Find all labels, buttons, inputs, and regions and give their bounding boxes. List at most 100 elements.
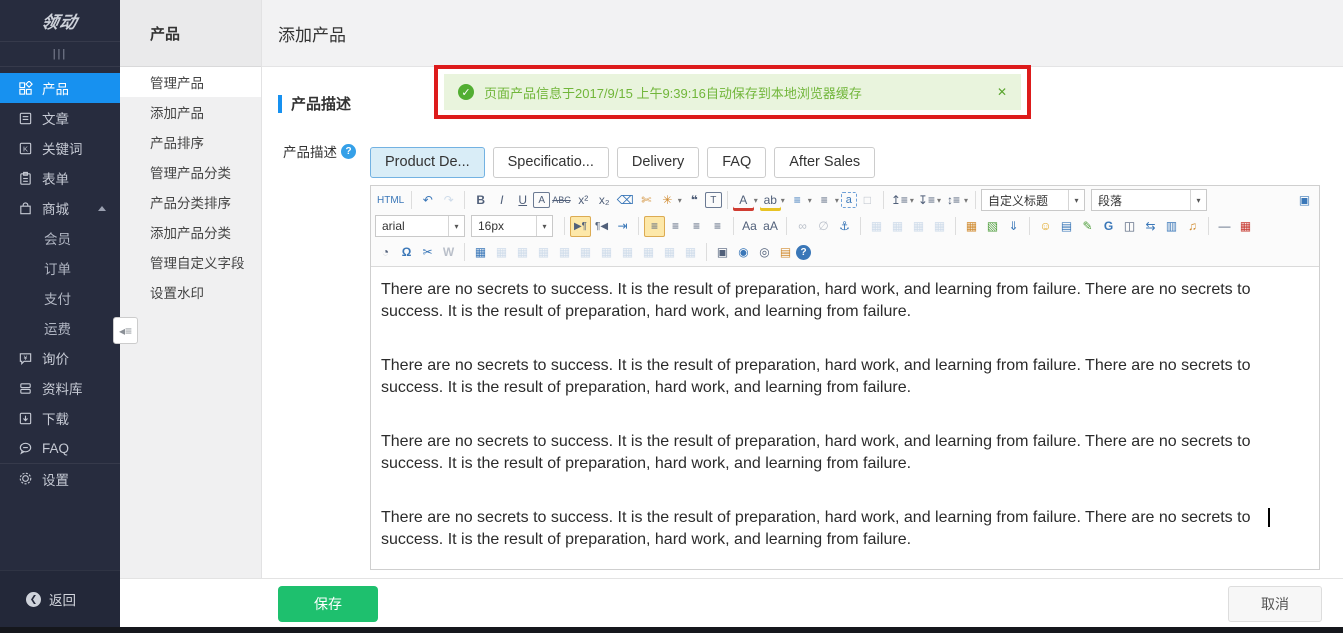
paste-icon[interactable]: ▤ [775, 242, 796, 263]
help-icon[interactable]: ? [341, 144, 356, 159]
select-all-icon[interactable]: a [841, 192, 857, 208]
menu-item-manage-categories[interactable]: 管理产品分类 [120, 157, 261, 187]
menu-item-product-sort[interactable]: 产品排序 [120, 127, 261, 157]
align-right-icon[interactable]: ≡ [686, 216, 707, 237]
cancel-button[interactable]: 取消 [1228, 586, 1322, 622]
bold-icon[interactable]: B [470, 190, 491, 211]
tab-after-sales[interactable]: After Sales [774, 147, 875, 178]
dropdown-caret-icon[interactable]: ▾ [808, 196, 812, 205]
menu-item-add-category[interactable]: 添加产品分类 [120, 217, 261, 247]
sidebar-item-downloads[interactable]: 下载 [0, 403, 120, 433]
time-icon[interactable]: ◔ [375, 242, 396, 263]
google-map-icon[interactable]: G [1098, 216, 1119, 237]
custom-title-select[interactable]: 自定义标题 ▾ [981, 189, 1085, 211]
sidebar-subitem-members[interactable]: 会员 [0, 223, 120, 253]
image-center-icon[interactable]: ▦ [929, 216, 950, 237]
menu-item-watermark[interactable]: 设置水印 [120, 277, 261, 307]
preview-monitor-icon[interactable]: ▣ [1294, 190, 1315, 211]
italic-icon[interactable]: I [491, 190, 512, 211]
redo-icon[interactable]: ↷ [438, 190, 459, 211]
tab-specification[interactable]: Specificatio... [493, 147, 609, 178]
font-family-select[interactable]: arial ▾ [375, 215, 465, 237]
merge-cells-icon[interactable]: ▦ [617, 242, 638, 263]
indent-icon[interactable]: ⇥ [612, 216, 633, 237]
tab-faq[interactable]: FAQ [707, 147, 766, 178]
horizontal-rule-icon[interactable]: — [1214, 216, 1235, 237]
dropdown-caret-icon[interactable]: ▾ [754, 196, 758, 205]
sidebar-subitem-payment[interactable]: 支付 [0, 283, 120, 313]
sidebar-collapse-control[interactable]: ||| [0, 42, 120, 67]
image-float-none-icon[interactable]: ▦ [866, 216, 887, 237]
screenshot-icon[interactable]: ✂ [417, 242, 438, 263]
unlink-icon[interactable]: ∅ [813, 216, 834, 237]
font-size-select[interactable]: 16px ▾ [471, 215, 553, 237]
paragraph-format-select[interactable]: 段落 ▾ [1091, 189, 1207, 211]
sidebar-item-inquiry[interactable]: ¥ 询价 [0, 343, 120, 373]
split-cells-icon[interactable]: ▦ [680, 242, 701, 263]
unordered-list-icon[interactable]: ≡ [814, 190, 835, 211]
insert-iframe-icon[interactable]: ◫ [1119, 216, 1140, 237]
line-height-icon[interactable]: ↕≡ [943, 190, 964, 211]
insert-image-icon[interactable]: ▦ [961, 216, 982, 237]
menu-item-manage-products[interactable]: 管理产品 [120, 67, 261, 97]
underline-icon[interactable]: U [512, 190, 533, 211]
sidebar-item-settings[interactable]: 设置 [0, 463, 120, 493]
delete-table-icon[interactable]: ▦ [491, 242, 512, 263]
link-icon[interactable]: ∞ [792, 216, 813, 237]
dropdown-caret-icon[interactable]: ▾ [910, 196, 914, 205]
dropdown-caret-icon[interactable]: ▾ [678, 196, 682, 205]
dropdown-caret-icon[interactable]: ▾ [781, 196, 785, 205]
print-icon[interactable]: ▣ [712, 242, 733, 263]
menu-item-add-product[interactable]: 添加产品 [120, 97, 261, 127]
uppercase-icon[interactable]: Aa [739, 216, 760, 237]
sidebar-item-mall[interactable]: 商城 [0, 193, 120, 223]
special-chars-icon[interactable]: Ω [396, 242, 417, 263]
ordered-list-icon[interactable]: ≡ [787, 190, 808, 211]
dropdown-caret-icon[interactable]: ▾ [964, 196, 968, 205]
menu-item-category-sort[interactable]: 产品分类排序 [120, 187, 261, 217]
calendar-icon[interactable]: ▦ [1235, 216, 1256, 237]
anchor-icon[interactable]: ⚓ [834, 216, 855, 237]
paste-plain-icon[interactable]: T [705, 192, 722, 208]
search-replace-icon[interactable]: ◎ [754, 242, 775, 263]
strikethrough-icon[interactable]: ABC [550, 190, 573, 211]
insert-video-icon[interactable]: ▤ [1056, 216, 1077, 237]
menu-item-custom-fields[interactable]: 管理自定义字段 [120, 247, 261, 277]
superscript-icon[interactable]: x² [573, 190, 594, 211]
auto-typeset-icon[interactable]: ✳ [657, 190, 678, 211]
merge-right-icon[interactable]: ▦ [638, 242, 659, 263]
align-center-icon[interactable]: ≡ [665, 216, 686, 237]
image-float-right-icon[interactable]: ▦ [908, 216, 929, 237]
help-icon[interactable]: ? [796, 245, 811, 260]
dropdown-caret-icon[interactable]: ▾ [835, 196, 839, 205]
editor-content-area[interactable]: There are no secrets to success. It is t… [371, 267, 1319, 573]
font-color-icon[interactable]: A [733, 190, 754, 211]
ltr-direction-icon[interactable]: ▶¶ [570, 216, 591, 237]
sidebar-item-forms[interactable]: 表单 [0, 163, 120, 193]
rtl-direction-icon[interactable]: ¶◀ [591, 216, 612, 237]
word-image-icon[interactable]: W [438, 242, 459, 263]
source-code-button[interactable]: HTML [375, 190, 406, 211]
clear-document-icon[interactable]: □ [857, 190, 878, 211]
lowercase-icon[interactable]: aA [760, 216, 781, 237]
sidebar-item-faq[interactable]: FAQ [0, 433, 120, 463]
back-button[interactable]: ❮ 返回 [0, 570, 120, 627]
panel-collapse-button[interactable]: ◂≡ [113, 317, 138, 344]
tab-delivery[interactable]: Delivery [617, 147, 699, 178]
tab-product-description[interactable]: Product De... [370, 147, 485, 178]
insert-column-icon[interactable]: ▦ [575, 242, 596, 263]
scrawl-icon[interactable]: ✎ [1077, 216, 1098, 237]
paragraph-spacing-bottom-icon[interactable]: ↧≡ [916, 190, 937, 211]
table-title-icon[interactable]: ▦ [512, 242, 533, 263]
undo-icon[interactable]: ↶ [417, 190, 438, 211]
sidebar-item-articles[interactable]: 文章 [0, 103, 120, 133]
delete-row-icon[interactable]: ▦ [554, 242, 575, 263]
preview-icon[interactable]: ◉ [733, 242, 754, 263]
save-button[interactable]: 保存 [278, 586, 378, 622]
multi-image-upload-icon[interactable]: ▧ [982, 216, 1003, 237]
sidebar-item-keywords[interactable]: K 关键词 [0, 133, 120, 163]
dropdown-caret-icon[interactable]: ▾ [937, 196, 941, 205]
align-left-icon[interactable]: ≡ [644, 216, 665, 237]
merge-down-icon[interactable]: ▦ [659, 242, 680, 263]
blockquote-icon[interactable]: ❝ [684, 190, 705, 211]
